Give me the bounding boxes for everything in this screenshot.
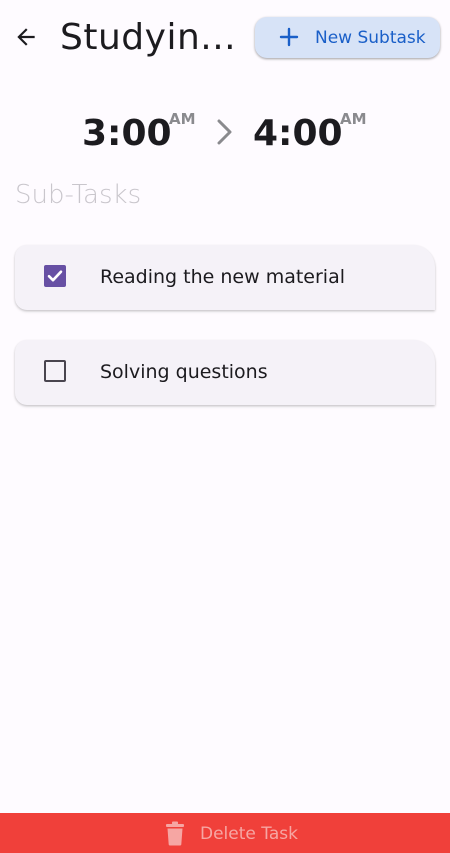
subtasks-heading: Sub-Tasks: [15, 180, 142, 210]
delete-task-button[interactable]: Delete Task: [0, 813, 450, 853]
new-subtask-button[interactable]: New Subtask: [255, 17, 440, 58]
subtask-label: Reading the new material: [100, 266, 345, 288]
subtask-label: Solving questions: [100, 361, 268, 383]
task-title: Studyin...: [60, 17, 237, 58]
subtask-item[interactable]: Reading the new material: [15, 245, 435, 310]
arrow-left-icon: [17, 28, 35, 46]
time-range: 3:00 AM 4:00 AM: [0, 100, 450, 170]
checkmark-icon: [47, 270, 63, 282]
delete-task-label: Delete Task: [200, 824, 298, 844]
subtask-checkbox-checked[interactable]: [44, 265, 66, 287]
end-period: AM: [340, 110, 367, 128]
top-app-bar: Studyin... New Subtask: [0, 0, 450, 80]
subtask-checkbox-unchecked[interactable]: [44, 360, 66, 382]
end-time[interactable]: 4:00: [253, 112, 343, 156]
trash-icon: [166, 821, 184, 846]
chevron-right-icon: [217, 119, 232, 145]
start-period: AM: [169, 110, 196, 128]
plus-icon: [279, 27, 299, 47]
start-time[interactable]: 3:00: [82, 112, 172, 156]
back-button[interactable]: [8, 18, 44, 56]
new-subtask-label: New Subtask: [315, 28, 426, 48]
subtask-item[interactable]: Solving questions: [15, 340, 435, 405]
